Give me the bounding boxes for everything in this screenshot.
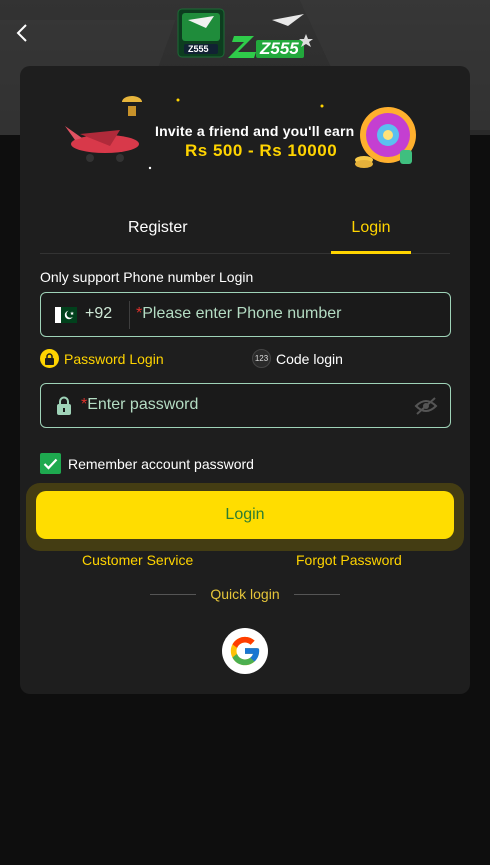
back-button[interactable]: [10, 20, 34, 46]
logo-text: Z555: [188, 44, 209, 54]
quick-login-label: Quick login: [210, 586, 280, 602]
parachute-icon: [122, 96, 142, 116]
remember-password-label: Remember account password: [68, 455, 254, 472]
banner-headline: Invite a friend and you'll earn: [155, 123, 355, 139]
google-icon: [230, 636, 260, 666]
remember-password-checkbox[interactable]: Remember account password: [40, 453, 254, 474]
tab-login[interactable]: Login: [331, 214, 411, 254]
login-button[interactable]: Login: [36, 491, 454, 539]
login-hint: Only support Phone number Login: [40, 269, 254, 285]
eye-off-icon[interactable]: [414, 396, 438, 416]
customer-service-link[interactable]: Customer Service: [82, 552, 193, 568]
invite-banner[interactable]: Invite a friend and you'll earn Rs 500 -…: [60, 90, 430, 176]
code-123-icon: 123: [252, 349, 271, 368]
phone-input[interactable]: [136, 300, 436, 330]
divider-line: [294, 594, 340, 595]
checkmark-icon: [40, 453, 61, 474]
tab-register[interactable]: Register: [80, 214, 240, 254]
chevron-left-icon: [16, 24, 27, 42]
phone-field[interactable]: +92 *Please enter Phone number: [40, 292, 451, 337]
tab-login-label: Login: [351, 219, 391, 236]
banner-amount: Rs 500 - Rs 10000: [185, 141, 338, 160]
pakistan-flag-icon: [55, 307, 77, 323]
password-login-option[interactable]: Password Login: [40, 349, 164, 368]
password-input[interactable]: [81, 391, 401, 421]
logo-text-large: Z555: [260, 39, 299, 58]
quick-login-divider: Quick login: [150, 586, 340, 602]
google-login-button[interactable]: [222, 628, 268, 674]
tab-register-label: Register: [128, 219, 188, 236]
code-login-label: Code login: [276, 350, 343, 367]
forgot-password-link[interactable]: Forgot Password: [296, 552, 402, 568]
login-card: Invite a friend and you'll earn Rs 500 -…: [20, 66, 470, 694]
plane-icon: [65, 126, 139, 162]
divider-line: [150, 594, 196, 595]
field-divider: [129, 301, 130, 329]
password-field[interactable]: *Enter password: [40, 383, 451, 428]
auth-tabs: Register Login: [40, 214, 450, 254]
code-login-option[interactable]: 123 Code login: [252, 349, 343, 368]
brand-logo: Z555 Z555: [176, 8, 316, 60]
country-code: +92: [85, 305, 113, 322]
padlock-icon: [57, 396, 71, 415]
lock-icon: [40, 349, 59, 368]
password-login-label: Password Login: [64, 350, 164, 367]
